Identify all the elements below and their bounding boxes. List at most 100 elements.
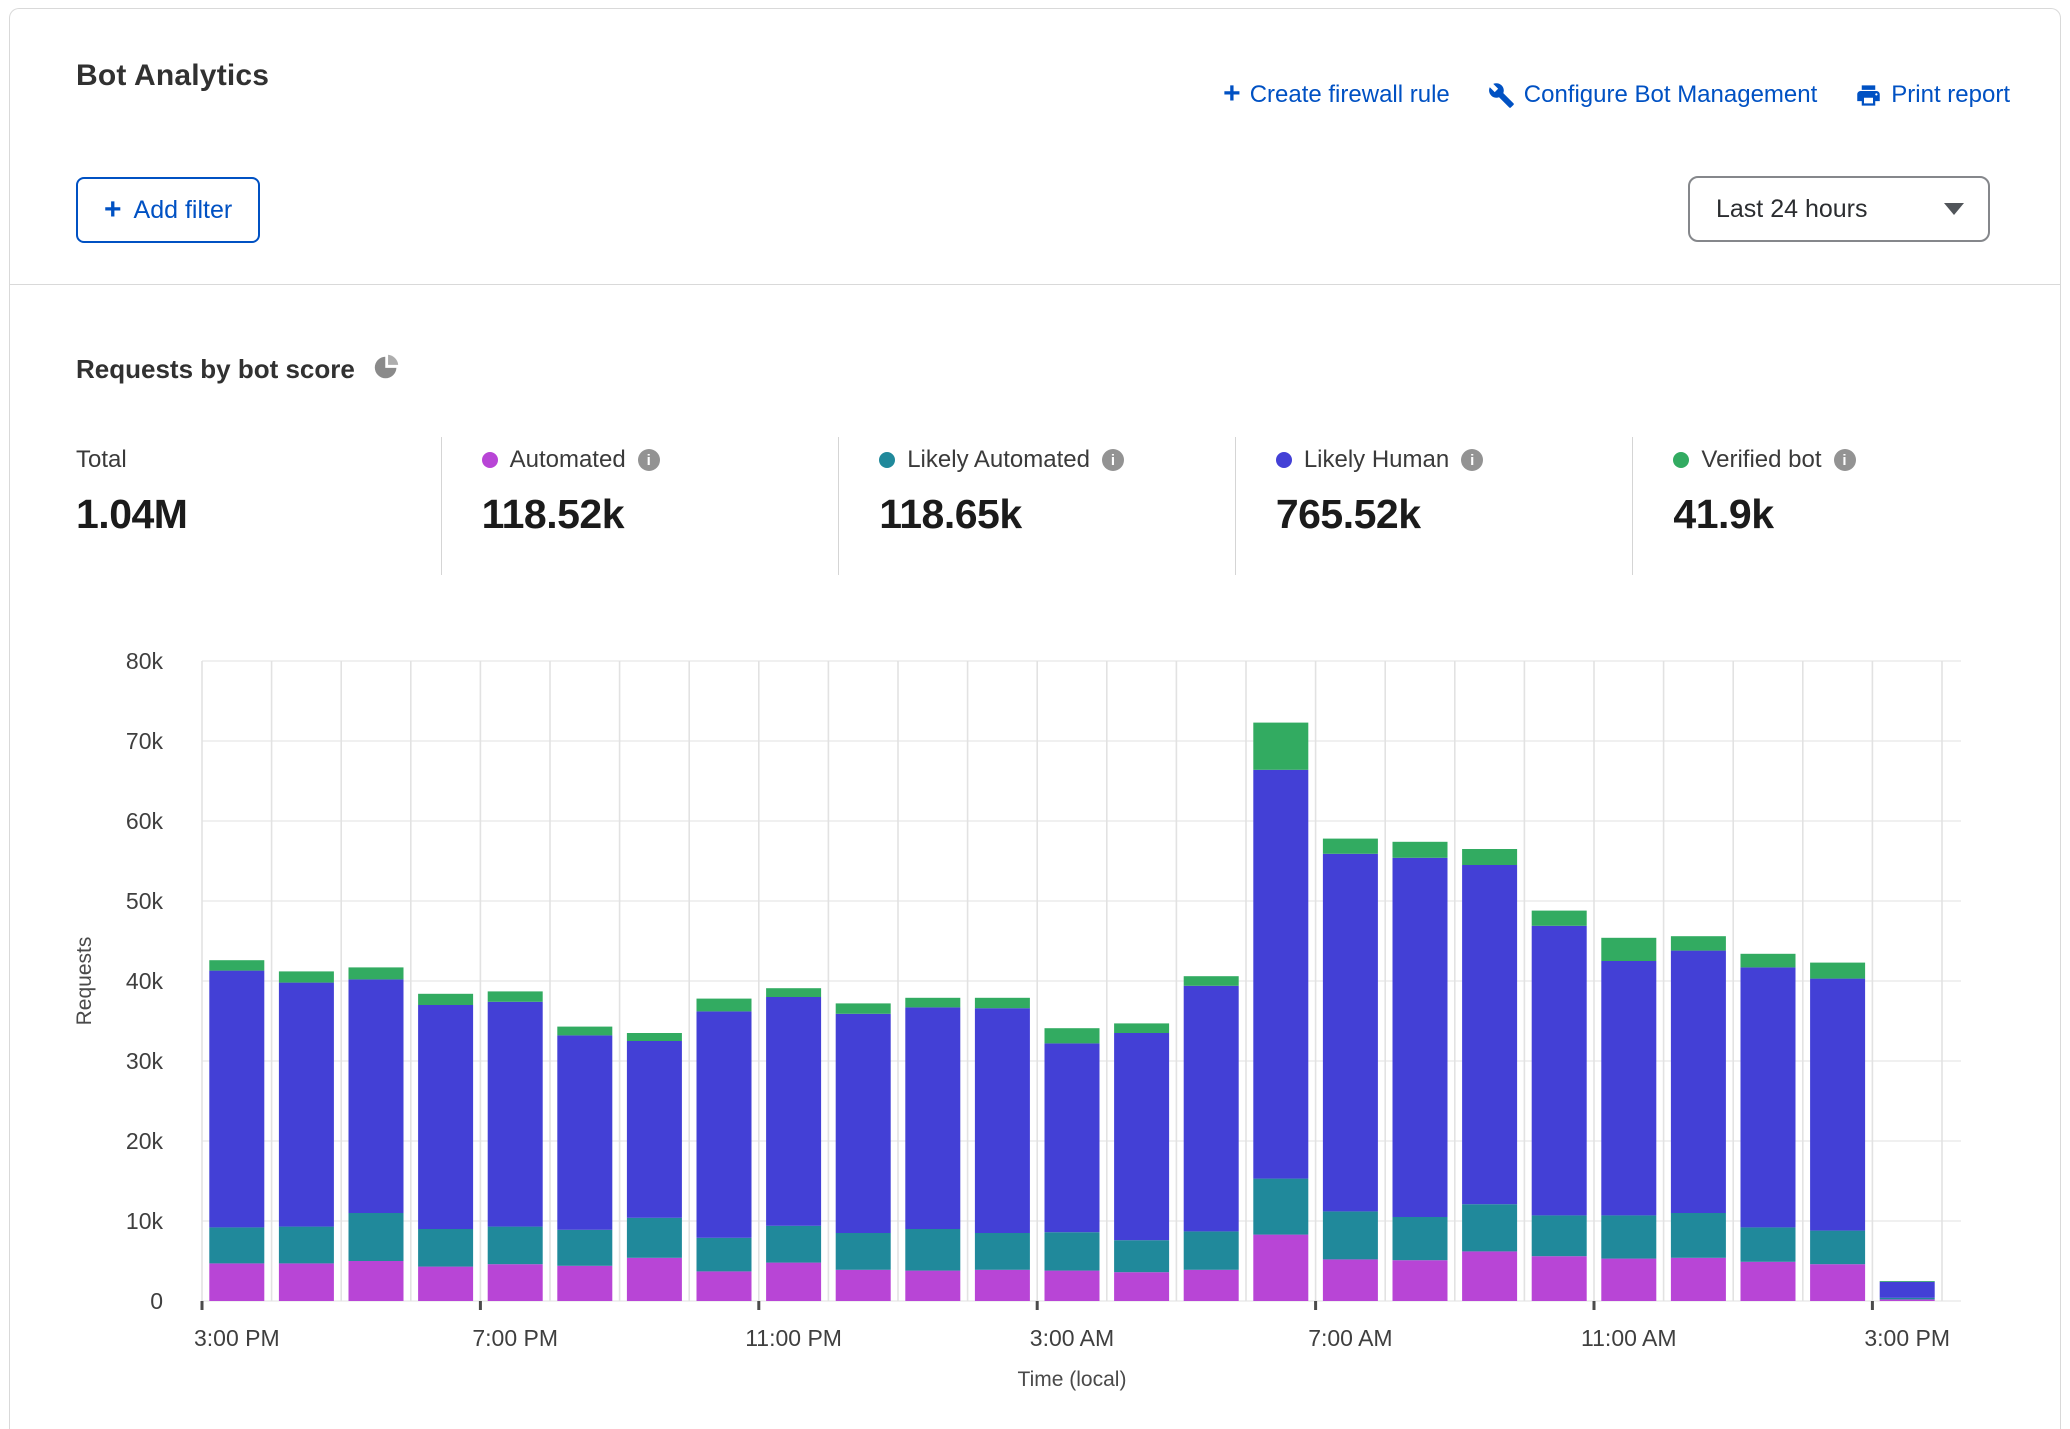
bar-segment-likely-human[interactable] [1253, 770, 1308, 1179]
bar-segment-verified-bot[interactable] [1114, 1023, 1169, 1033]
bar-segment-likely-human[interactable] [1601, 961, 1656, 1215]
bar-segment-verified-bot[interactable] [1671, 936, 1726, 950]
bar-segment-likely-human[interactable] [697, 1011, 752, 1237]
time-range-select[interactable]: Last 24 hours [1688, 176, 1990, 242]
bar-segment-likely-automated[interactable] [905, 1229, 960, 1271]
bar-segment-likely-human[interactable] [1184, 986, 1239, 1232]
info-icon[interactable]: i [1102, 449, 1124, 471]
bar-segment-likely-human[interactable] [1741, 967, 1796, 1227]
bar-segment-automated[interactable] [1601, 1259, 1656, 1301]
bar-segment-automated[interactable] [349, 1261, 404, 1301]
bar-segment-likely-human[interactable] [1671, 951, 1726, 1213]
bar-segment-likely-human[interactable] [766, 997, 821, 1226]
bar-segment-verified-bot[interactable] [697, 999, 752, 1012]
bar-segment-verified-bot[interactable] [975, 998, 1030, 1008]
bar-segment-verified-bot[interactable] [766, 988, 821, 997]
bar-segment-verified-bot[interactable] [349, 967, 404, 979]
bar-segment-automated[interactable] [1045, 1271, 1100, 1301]
bar-segment-verified-bot[interactable] [1880, 1281, 1935, 1282]
bar-segment-automated[interactable] [279, 1263, 334, 1301]
bar-segment-likely-automated[interactable] [1880, 1298, 1935, 1300]
info-icon[interactable]: i [1834, 449, 1856, 471]
bar-segment-likely-human[interactable] [349, 979, 404, 1213]
requests-by-bot-score-chart[interactable]: 010k20k30k40k50k60k70k80k3:00 PM7:00 PM1… [61, 631, 2021, 1401]
bar-segment-likely-human[interactable] [1462, 865, 1517, 1204]
bar-segment-likely-human[interactable] [1045, 1043, 1100, 1232]
bar-segment-likely-automated[interactable] [1462, 1204, 1517, 1251]
bar-segment-likely-human[interactable] [836, 1014, 891, 1233]
bar-segment-likely-human[interactable] [1532, 926, 1587, 1216]
bar-segment-verified-bot[interactable] [1253, 723, 1308, 770]
bar-segment-likely-automated[interactable] [697, 1238, 752, 1272]
bar-segment-likely-human[interactable] [905, 1007, 960, 1229]
bar-segment-automated[interactable] [418, 1267, 473, 1301]
bar-segment-verified-bot[interactable] [1532, 911, 1587, 926]
bar-segment-automated[interactable] [975, 1270, 1030, 1301]
bar-segment-automated[interactable] [488, 1264, 543, 1301]
info-icon[interactable]: i [1461, 449, 1483, 471]
bar-segment-verified-bot[interactable] [836, 1003, 891, 1013]
bar-segment-automated[interactable] [1810, 1264, 1865, 1301]
bar-segment-likely-automated[interactable] [766, 1226, 821, 1263]
bar-segment-automated[interactable] [1323, 1259, 1378, 1301]
bar-segment-verified-bot[interactable] [1601, 938, 1656, 961]
bar-segment-verified-bot[interactable] [1462, 849, 1517, 865]
bar-segment-likely-human[interactable] [975, 1008, 1030, 1233]
bar-segment-verified-bot[interactable] [279, 971, 334, 982]
bar-segment-automated[interactable] [1393, 1260, 1448, 1301]
bar-segment-verified-bot[interactable] [1741, 954, 1796, 968]
bar-segment-automated[interactable] [209, 1263, 264, 1301]
bar-segment-likely-human[interactable] [1880, 1282, 1935, 1298]
bar-segment-likely-automated[interactable] [1671, 1213, 1726, 1258]
bar-segment-verified-bot[interactable] [557, 1027, 612, 1036]
print-report-link[interactable]: Print report [1855, 81, 2010, 109]
bar-segment-likely-automated[interactable] [1532, 1215, 1587, 1256]
bar-segment-automated[interactable] [1114, 1272, 1169, 1301]
bar-segment-automated[interactable] [836, 1270, 891, 1301]
bar-segment-likely-automated[interactable] [1601, 1215, 1656, 1258]
bar-segment-likely-automated[interactable] [349, 1213, 404, 1261]
bar-segment-likely-automated[interactable] [627, 1218, 682, 1258]
bar-segment-likely-human[interactable] [418, 1005, 473, 1229]
bar-segment-likely-automated[interactable] [1045, 1232, 1100, 1270]
bar-segment-likely-automated[interactable] [1393, 1217, 1448, 1260]
add-filter-button[interactable]: + Add filter [76, 177, 260, 243]
bar-segment-likely-human[interactable] [557, 1035, 612, 1229]
bar-segment-likely-human[interactable] [1323, 854, 1378, 1212]
bar-segment-likely-automated[interactable] [1253, 1179, 1308, 1235]
bar-segment-likely-human[interactable] [1114, 1033, 1169, 1240]
configure-bot-management-link[interactable]: Configure Bot Management [1488, 81, 1818, 109]
bar-segment-verified-bot[interactable] [209, 960, 264, 970]
bar-segment-likely-automated[interactable] [279, 1227, 334, 1264]
bar-segment-likely-human[interactable] [1393, 858, 1448, 1217]
bar-segment-automated[interactable] [1532, 1256, 1587, 1301]
bar-segment-automated[interactable] [766, 1263, 821, 1301]
bar-segment-automated[interactable] [905, 1271, 960, 1301]
bar-segment-verified-bot[interactable] [1045, 1028, 1100, 1043]
bar-segment-verified-bot[interactable] [905, 998, 960, 1008]
bar-segment-verified-bot[interactable] [488, 991, 543, 1001]
bar-segment-automated[interactable] [1184, 1270, 1239, 1301]
bar-segment-likely-automated[interactable] [209, 1227, 264, 1263]
bar-segment-likely-automated[interactable] [836, 1233, 891, 1270]
bar-segment-automated[interactable] [1253, 1235, 1308, 1301]
bar-segment-likely-human[interactable] [209, 971, 264, 1228]
bar-segment-likely-human[interactable] [627, 1041, 682, 1218]
bar-segment-verified-bot[interactable] [418, 994, 473, 1005]
bar-segment-automated[interactable] [557, 1266, 612, 1301]
bar-segment-automated[interactable] [697, 1271, 752, 1301]
info-icon[interactable]: i [638, 449, 660, 471]
bar-segment-automated[interactable] [1462, 1251, 1517, 1301]
bar-segment-likely-human[interactable] [1810, 979, 1865, 1231]
bar-segment-likely-automated[interactable] [1323, 1211, 1378, 1259]
bar-segment-verified-bot[interactable] [1810, 963, 1865, 979]
bar-segment-verified-bot[interactable] [1323, 839, 1378, 854]
bar-segment-automated[interactable] [1880, 1299, 1935, 1301]
bar-segment-automated[interactable] [1741, 1262, 1796, 1301]
create-firewall-rule-link[interactable]: + Create firewall rule [1223, 81, 1450, 109]
bar-segment-verified-bot[interactable] [627, 1033, 682, 1041]
bar-segment-automated[interactable] [627, 1258, 682, 1301]
bar-segment-verified-bot[interactable] [1184, 976, 1239, 986]
bar-segment-likely-automated[interactable] [1741, 1227, 1796, 1261]
bar-segment-automated[interactable] [1671, 1258, 1726, 1301]
